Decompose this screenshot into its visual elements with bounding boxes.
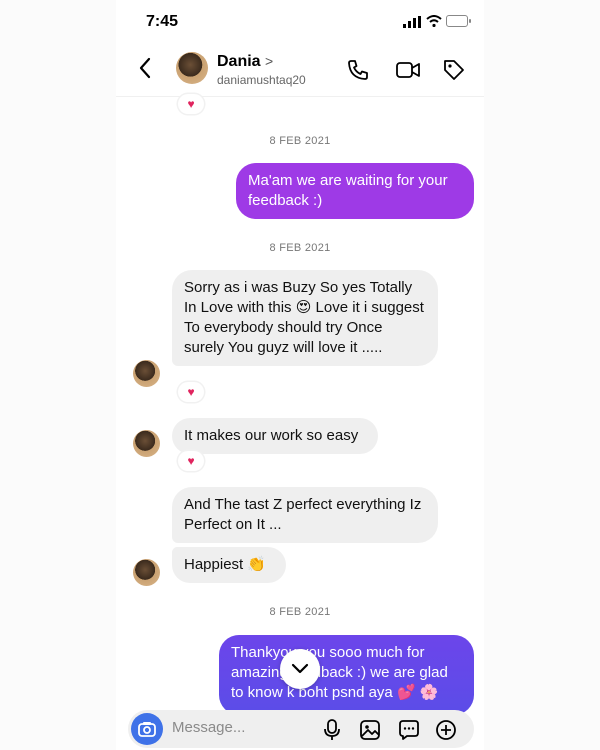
heart-eyes-emoji: 😍	[295, 299, 312, 316]
heart-reaction-icon: ♥	[178, 382, 204, 402]
message-input[interactable]	[172, 719, 312, 736]
camera-button[interactable]	[131, 713, 163, 745]
video-call-icon[interactable]	[395, 58, 421, 82]
chevron-right-icon[interactable]: >	[265, 53, 273, 69]
incoming-message[interactable]: Sorry as i was Buzy So yes Totally In Lo…	[172, 270, 438, 366]
avatar[interactable]	[133, 559, 160, 586]
clock: 7:45	[146, 13, 179, 30]
message-composer	[128, 710, 474, 748]
left-backdrop	[0, 0, 116, 750]
date-divider: 8 FEB 2021	[269, 135, 331, 147]
battery-icon	[446, 15, 471, 27]
gallery-icon[interactable]	[359, 719, 381, 741]
wifi-icon	[426, 15, 442, 27]
heart-reaction-icon: ♥	[178, 94, 204, 114]
add-circle-icon[interactable]	[435, 719, 457, 741]
heart-reaction-icon: ♥	[178, 451, 204, 471]
scroll-down-button[interactable]	[280, 649, 320, 689]
incoming-message[interactable]: It makes our work so easy	[172, 418, 378, 454]
hearts-flower-emoji: 💕 🌸	[396, 684, 439, 701]
status-bar: 7:45	[116, 0, 484, 44]
camera-icon	[138, 722, 156, 737]
incoming-message[interactable]: And The tast Z perfect everything Iz Per…	[172, 487, 438, 543]
clapping-emoji: 👏	[247, 556, 267, 573]
date-divider: 8 FEB 2021	[269, 242, 331, 254]
outgoing-message[interactable]: Thankyou you sooo much for amazing feedb…	[219, 635, 474, 715]
microphone-icon[interactable]	[322, 719, 342, 741]
back-arrow-icon[interactable]	[138, 56, 152, 80]
right-backdrop	[484, 0, 600, 750]
incoming-message[interactable]: Happiest 👏	[172, 547, 286, 583]
avatar[interactable]	[133, 430, 160, 457]
date-divider: 8 FEB 2021	[269, 606, 331, 618]
phone-call-icon[interactable]	[346, 58, 370, 82]
contact-name[interactable]: Dania	[217, 53, 261, 71]
contact-username: daniamushtaq20	[217, 73, 306, 87]
message-text: Happiest	[184, 556, 244, 573]
chevron-down-icon	[291, 663, 309, 674]
avatar[interactable]	[133, 360, 160, 387]
avatar[interactable]	[176, 52, 208, 84]
sticker-icon[interactable]	[398, 719, 420, 741]
tag-icon[interactable]	[442, 58, 466, 82]
signal-icon	[403, 16, 421, 28]
phone-screen: 7:45 Dania > daniamushtaq20 ♥ 8 FEB 2021…	[116, 0, 484, 750]
outgoing-message[interactable]: Ma'am we are waiting for your feedback :…	[236, 163, 474, 219]
chat-header: Dania > daniamushtaq20	[116, 44, 484, 97]
